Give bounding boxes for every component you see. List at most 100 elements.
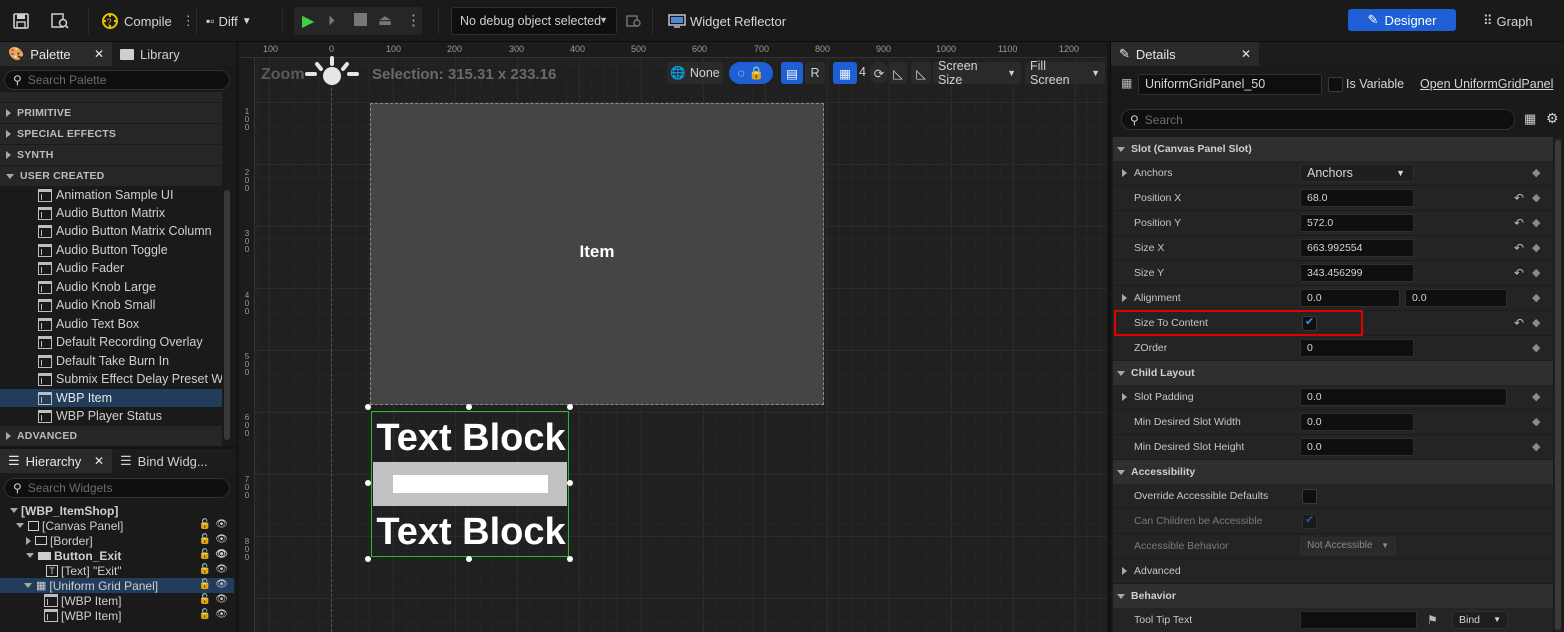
tree-uniform-grid-panel[interactable]: ▦ [Uniform Grid Panel] 🔓 👁 — [0, 578, 234, 593]
details-search-input[interactable]: ⚲ Search — [1121, 109, 1515, 130]
eye-icon[interactable]: 👁 — [215, 534, 228, 545]
tab-hierarchy[interactable]: ☰ Hierarchy ✕ — [0, 449, 112, 473]
lock-icon[interactable]: 🔓 — [199, 594, 211, 605]
keyframe-icon[interactable]: ◆ — [1532, 316, 1540, 329]
grid-snap-value[interactable]: 4 — [859, 65, 866, 79]
eye-icon[interactable]: 👁 — [215, 594, 228, 605]
reset-icon[interactable]: ↶ — [1514, 191, 1524, 205]
tree-button-exit[interactable]: Button_Exit 🔓 👁 — [0, 548, 234, 563]
is-variable-checkbox[interactable] — [1328, 77, 1343, 92]
keyframe-icon[interactable]: ◆ — [1532, 291, 1540, 304]
r-toggle[interactable]: R — [805, 62, 825, 84]
keyframe-icon[interactable]: ◆ — [1532, 440, 1540, 453]
lock-icon[interactable]: 🔓 — [199, 609, 211, 620]
localization-preview-button[interactable]: 🌐 None — [667, 62, 723, 84]
eye-icon[interactable]: 👁 — [215, 519, 228, 530]
section-slot[interactable]: Slot (Canvas Panel Slot) — [1113, 137, 1553, 161]
resize-handle[interactable] — [567, 556, 573, 562]
palette-item[interactable]: Default Recording Overlay — [0, 333, 222, 351]
tree-wbp-item[interactable]: [WBP Item] 🔓 👁 — [0, 608, 234, 623]
palette-scrollbar[interactable] — [224, 190, 230, 440]
size-x-field[interactable]: 663.992554 — [1300, 239, 1414, 257]
eye-icon[interactable]: 👁 — [215, 549, 228, 560]
angle-snap-toggle[interactable]: ◺ — [889, 62, 907, 84]
tree-root[interactable]: [WBP_ItemShop] — [0, 503, 234, 518]
row-advanced[interactable]: Advanced — [1113, 559, 1553, 584]
play-icon[interactable]: ▶ — [302, 11, 314, 31]
close-icon[interactable]: ✕ — [94, 47, 104, 61]
section-child-layout[interactable]: Child Layout — [1113, 361, 1553, 385]
keyframe-icon[interactable]: ◆ — [1532, 216, 1540, 229]
size-y-field[interactable]: 343.456299 — [1300, 264, 1414, 282]
tab-library[interactable]: Library — [112, 42, 188, 66]
widget-name-field[interactable]: UniformGridPanel_50 — [1138, 74, 1322, 95]
keyframe-icon[interactable]: ◆ — [1532, 390, 1540, 403]
category-primitive[interactable]: PRIMITIVE — [0, 103, 222, 123]
category-special-effects[interactable]: SPECIAL EFFECTS — [0, 124, 222, 144]
palette-item-selected[interactable]: WBP Item — [0, 389, 222, 407]
details-scrollbar[interactable] — [1555, 140, 1561, 630]
close-icon[interactable]: ✕ — [94, 454, 104, 468]
resize-handle[interactable] — [466, 556, 472, 562]
eye-icon[interactable]: 👁 — [215, 609, 228, 620]
grid-snap-toggle[interactable]: ▦ — [833, 62, 857, 84]
palette-item[interactable]: Submix Effect Delay Preset Wi — [0, 370, 222, 388]
angle-value-toggle[interactable]: ◺ — [911, 62, 931, 84]
category-user-created[interactable]: USER CREATED — [0, 166, 222, 186]
widget-search-input[interactable]: ⚲ Search Widgets — [4, 478, 230, 498]
rotate-snap-toggle[interactable]: ⟳ — [870, 62, 888, 84]
section-accessibility[interactable]: Accessibility — [1113, 460, 1553, 484]
reset-icon[interactable]: ↶ — [1514, 316, 1524, 330]
eject-icon[interactable]: ⏏ — [378, 11, 392, 29]
step-icon[interactable]: ⏵ — [328, 12, 335, 29]
open-uniform-grid-panel-link[interactable]: Open UniformGridPanel — [1420, 77, 1553, 91]
keyframe-icon[interactable]: ◆ — [1532, 415, 1540, 428]
alignment-y-field[interactable]: 0.0 — [1405, 289, 1507, 307]
screen-size-dropdown[interactable]: Screen Size ▼ — [933, 59, 1021, 87]
palette-item[interactable]: Default Take Burn In — [0, 352, 222, 370]
section-behavior[interactable]: Behavior — [1113, 584, 1553, 608]
flag-icon[interactable]: ⚑ — [1427, 613, 1438, 627]
min-slot-width-field[interactable]: 0.0 — [1300, 413, 1414, 431]
tab-palette[interactable]: 🎨 Palette ✕ — [0, 42, 112, 66]
resize-handle[interactable] — [365, 556, 371, 562]
reset-icon[interactable]: ↶ — [1514, 216, 1524, 230]
keyframe-icon[interactable]: ◆ — [1532, 241, 1540, 254]
zorder-field[interactable]: 0 — [1300, 339, 1414, 357]
anchors-dropdown[interactable]: Anchors ▼ — [1300, 164, 1414, 182]
palette-search-input[interactable]: ⚲ Search Palette — [4, 70, 230, 90]
palette-item[interactable]: Animation Sample UI — [0, 186, 222, 204]
category-synth[interactable]: SYNTH — [0, 145, 222, 165]
gear-icon[interactable]: ⚙ — [1546, 110, 1559, 127]
close-icon[interactable]: ✕ — [1241, 47, 1251, 61]
tab-bind-widgets[interactable]: ☰ Bind Widg... — [112, 449, 216, 473]
eye-icon[interactable]: 👁 — [215, 579, 228, 590]
tooltip-text-field[interactable] — [1300, 611, 1417, 629]
button-widget[interactable] — [373, 462, 567, 506]
keyframe-icon[interactable]: ◆ — [1532, 341, 1540, 354]
min-slot-height-field[interactable]: 0.0 — [1300, 438, 1414, 456]
eye-icon[interactable]: 👁 — [215, 564, 228, 575]
category-advanced[interactable]: ADVANCED — [0, 426, 222, 446]
palette-item[interactable]: Audio Text Box — [0, 315, 222, 333]
slot-padding-field[interactable]: 0.0 — [1300, 388, 1507, 406]
palette-item[interactable]: Audio Knob Large — [0, 278, 222, 296]
uniform-grid-panel-selection[interactable]: Text Block Text Block — [371, 411, 569, 557]
keyframe-icon[interactable]: ◆ — [1532, 166, 1540, 179]
resize-handle[interactable] — [365, 480, 371, 486]
palette-item[interactable]: Audio Knob Small — [0, 296, 222, 314]
resize-handle[interactable] — [365, 404, 371, 410]
lock-icon[interactable]: 🔓 — [199, 564, 211, 575]
lock-toggle[interactable]: ◌ 🔒 — [729, 62, 773, 84]
stop-icon[interactable] — [354, 13, 367, 26]
compile-options-icon[interactable]: ⋮ — [182, 13, 195, 29]
resize-handle[interactable] — [466, 404, 472, 410]
palette-item[interactable]: Audio Button Matrix — [0, 204, 222, 222]
palette-item[interactable]: WBP Player Status — [0, 407, 222, 425]
keyframe-icon[interactable]: ◆ — [1532, 191, 1540, 204]
designer-viewport[interactable]: 100 0 100 200 300 400 500 600 700 800 90… — [239, 42, 1107, 632]
palette-item[interactable]: Audio Button Matrix Column — [0, 222, 222, 240]
override-accessible-checkbox[interactable] — [1302, 489, 1317, 504]
debug-find-icon[interactable] — [621, 8, 647, 34]
tree-wbp-item[interactable]: [WBP Item] 🔓 👁 — [0, 593, 234, 608]
